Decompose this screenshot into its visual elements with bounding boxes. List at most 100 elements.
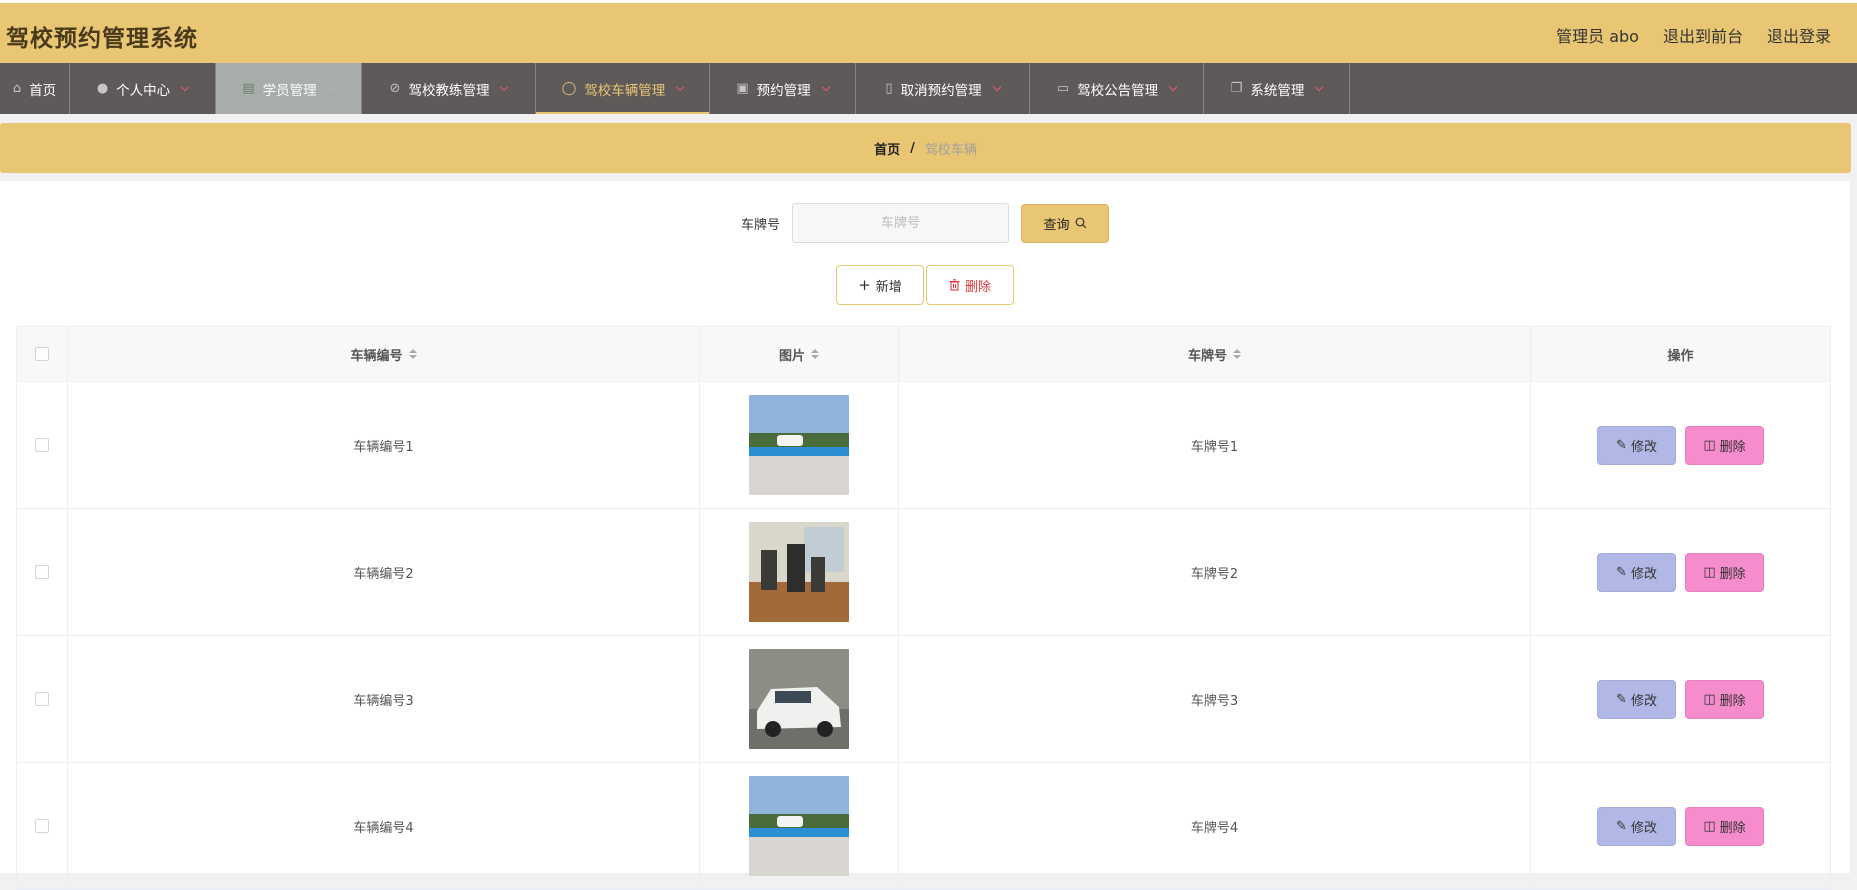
edit-button-label: 修改 — [1630, 693, 1657, 709]
nav-item-label: 学员管理 — [262, 82, 317, 99]
nav-item-cancel-reservations[interactable]: ▯ 取消预约管理 — [856, 63, 1030, 114]
vehicle-photo[interactable] — [749, 649, 849, 749]
edit-button[interactable]: ✎ 修改 — [1597, 806, 1676, 846]
chevron-down-icon — [180, 82, 190, 91]
select-all-checkbox[interactable] — [35, 347, 49, 361]
nav-item-label: 驾校车辆管理 — [584, 82, 666, 99]
vehicle-photo[interactable] — [749, 776, 849, 876]
briefcase-icon: ▣ — [736, 81, 749, 96]
vehicle-number-cell: 车辆编号1 — [68, 382, 700, 508]
plate-number-cell: 车牌号4 — [899, 763, 1531, 889]
trash-icon: ◫ — [1703, 564, 1716, 580]
sort-icon[interactable] — [811, 349, 819, 359]
search-button[interactable]: 查询 — [1021, 203, 1109, 243]
logout-link[interactable]: 退出登录 — [1767, 23, 1831, 47]
nav-item-announcements[interactable]: ▭ 驾校公告管理 — [1030, 63, 1204, 114]
trash-icon: ◫ — [1703, 818, 1716, 834]
delete-button-label: 删除 — [1719, 439, 1746, 455]
column-title: 车牌号 — [1187, 348, 1227, 364]
home-icon: ⌂ — [12, 81, 22, 96]
batch-delete-label: 删除 — [964, 279, 991, 295]
edit-button[interactable]: ✎ 修改 — [1597, 552, 1676, 592]
nav-item-label: 系统管理 — [1250, 82, 1305, 99]
vehicle-number-cell: 车辆编号4 — [68, 763, 700, 889]
trash-icon — [949, 279, 960, 291]
chevron-down-icon — [327, 82, 336, 91]
row-select-cell — [17, 382, 68, 508]
plate-number-cell: 车牌号1 — [899, 382, 1531, 508]
trash-icon: ◫ — [1703, 691, 1716, 707]
delete-button[interactable]: ◫ 删除 — [1685, 806, 1764, 846]
nav-item-home[interactable]: ⌂ 首页 — [0, 63, 70, 114]
delete-button[interactable]: ◫ 删除 — [1685, 552, 1764, 592]
add-button[interactable]: + 新增 — [836, 265, 924, 305]
sort-icon[interactable] — [408, 349, 417, 359]
trash-icon: ◫ — [1703, 437, 1716, 453]
delete-button[interactable]: ◫ 删除 — [1685, 679, 1764, 719]
vehicle-photo[interactable] — [749, 522, 849, 622]
exit-to-front-link[interactable]: 退出到前台 — [1663, 23, 1743, 47]
breadcrumb-separator: / — [910, 140, 915, 156]
nav-item-label: 首页 — [29, 82, 57, 99]
breadcrumb-current: 驾校车辆 — [924, 142, 977, 158]
edit-icon: ✎ — [1616, 818, 1627, 834]
delete-button-label: 删除 — [1719, 820, 1746, 836]
table-row: 车辆编号2 车牌号2 ✎ 修改 ◫ 删除 — [17, 509, 1830, 636]
nav-item-system[interactable]: ❐ 系统管理 — [1204, 63, 1350, 114]
chevron-down-icon — [1168, 82, 1178, 91]
batch-delete-button[interactable]: 删除 — [926, 265, 1014, 305]
header-user-menu: 管理员 abo 退出到前台 退出登录 — [1556, 23, 1831, 47]
edit-button-label: 修改 — [1630, 439, 1657, 455]
vehicle-number-cell: 车辆编号2 — [68, 509, 700, 635]
row-select-cell — [17, 636, 68, 762]
chevron-down-icon — [500, 82, 509, 91]
delete-button-label: 删除 — [1719, 693, 1746, 709]
row-checkbox[interactable] — [35, 565, 49, 579]
row-select-cell — [17, 509, 68, 635]
search-form: 车牌号 查询 — [0, 203, 1850, 243]
search-icon — [1075, 217, 1086, 229]
delete-button-label: 删除 — [1719, 566, 1746, 582]
column-header-plate[interactable]: 车牌号 — [899, 327, 1531, 381]
chart-icon: ▤ — [242, 81, 255, 96]
edit-button-label: 修改 — [1630, 820, 1657, 836]
nav-item-students[interactable]: ▤ 学员管理 — [216, 63, 362, 114]
nav-item-personal-center[interactable]: ● 个人中心 — [70, 63, 216, 114]
column-title: 操作 — [1667, 348, 1694, 364]
main-nav: ⌂ 首页 ● 个人中心 ▤ 学员管理 ⊘ 驾校教练管理 ◯ 驾校车辆管理 ▣ 预… — [0, 63, 1857, 114]
plate-search-input[interactable] — [792, 203, 1009, 243]
row-select-cell — [17, 763, 68, 889]
main-panel: 车牌号 查询 + 新增 删除 — [0, 181, 1850, 890]
vehicle-image-cell — [700, 636, 899, 762]
plate-number-cell: 车牌号3 — [899, 636, 1531, 762]
column-header-actions: 操作 — [1531, 327, 1830, 381]
delete-button[interactable]: ◫ 删除 — [1685, 425, 1764, 465]
column-header-number[interactable]: 车辆编号 — [68, 327, 700, 381]
edit-button[interactable]: ✎ 修改 — [1597, 425, 1676, 465]
plus-icon: + — [858, 276, 871, 294]
vehicle-photo[interactable] — [749, 395, 849, 495]
breadcrumb-home[interactable]: 首页 — [874, 139, 900, 158]
column-title: 图片 — [778, 348, 805, 364]
sort-icon[interactable] — [1233, 349, 1241, 359]
nav-item-label: 个人中心 — [116, 82, 171, 99]
nav-item-label: 驾校教练管理 — [408, 82, 490, 99]
row-checkbox[interactable] — [35, 692, 49, 706]
top-header: 驾校预约管理系统 管理员 abo 退出到前台 退出登录 — [0, 0, 1857, 63]
nav-item-reservations[interactable]: ▣ 预约管理 — [710, 63, 856, 114]
edit-icon: ✎ — [1616, 437, 1627, 453]
edit-icon: ✎ — [1616, 564, 1627, 580]
vehicle-number-cell: 车辆编号3 — [68, 636, 700, 762]
column-header-image[interactable]: 图片 — [700, 327, 899, 381]
nav-item-vehicles[interactable]: ◯ 驾校车辆管理 — [536, 63, 710, 114]
vehicle-image-cell — [700, 763, 899, 889]
edit-button[interactable]: ✎ 修改 — [1597, 679, 1676, 719]
action-toolbar: + 新增 删除 — [0, 265, 1850, 305]
nav-item-label: 驾校公告管理 — [1077, 82, 1159, 99]
table-header-row: 车辆编号 图片 车牌号 操作 — [17, 327, 1830, 382]
table-row: 车辆编号1 车牌号1 ✎ 修改 ◫ 删除 — [17, 382, 1830, 509]
row-checkbox[interactable] — [35, 819, 49, 833]
row-checkbox[interactable] — [35, 438, 49, 452]
clipboard-icon: ▯ — [885, 81, 893, 96]
nav-item-coaches[interactable]: ⊘ 驾校教练管理 — [362, 63, 536, 114]
